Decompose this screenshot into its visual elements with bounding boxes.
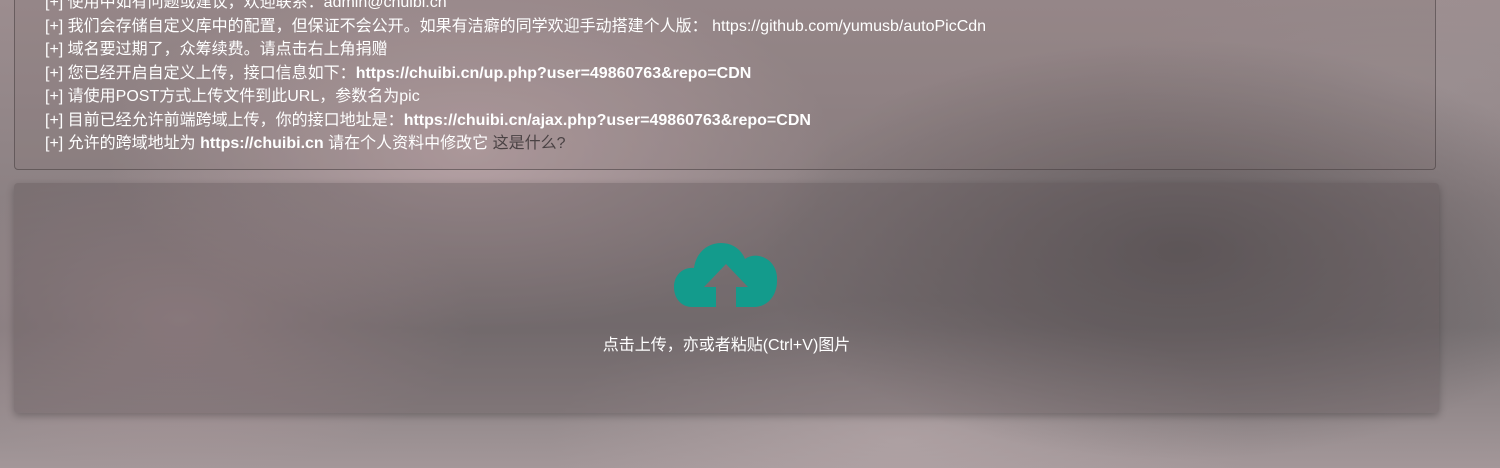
allowed-domain-value: https://chuibi.cn: [200, 135, 324, 152]
info-line-post-method-text: [+] 请使用POST方式上传文件到此URL，参数名为pic: [45, 88, 420, 105]
allowed-domain-suffix: 请在个人资料中修改它: [328, 135, 489, 152]
info-line-allowed-domain: [+] 允许的跨域地址为 https://chuibi.cn 请在个人资料中修改…: [45, 132, 986, 156]
info-line-custom-upload-text: [+] 您已经开启自定义上传，接口信息如下：: [45, 64, 356, 82]
info-line-contact-text: [+] 使用中如有问题或建议，欢迎联系：admin@chuibi.cn: [45, 0, 447, 11]
info-line-donate-text: [+] 域名要过期了，众筹续费。请点击右上角捐赠: [45, 41, 388, 58]
cloud-upload-shape: [674, 243, 778, 307]
info-panel: [+] 使用中如有问题或建议，欢迎联系：admin@chuibi.cn [+] …: [14, 0, 1436, 170]
info-line-post-method: [+] 请使用POST方式上传文件到此URL，参数名为pic: [45, 85, 986, 109]
info-line-privacy: [+] 我们会存储自定义库中的配置，但保证不会公开。如果有洁癖的同学欢迎手动搭建…: [45, 15, 986, 39]
upload-hint: 点击上传，亦或者粘贴(Ctrl+V)图片: [602, 337, 851, 354]
what-is-this-link[interactable]: 这是什么?: [493, 135, 566, 152]
info-line-donate: [+] 域名要过期了，众筹续费。请点击右上角捐赠: [45, 38, 986, 62]
upload-api-url: https://chuibi.cn/up.php?user=49860763&r…: [355, 64, 752, 82]
ajax-api-url: https://chuibi.cn/ajax.php?user=49860763…: [403, 111, 811, 129]
info-list: [+] 使用中如有问题或建议，欢迎联系：admin@chuibi.cn [+] …: [45, 0, 986, 156]
upload-dropzone[interactable]: 点击上传，亦或者粘贴(Ctrl+V)图片: [14, 183, 1439, 413]
allowed-domain-prefix: [+] 允许的跨域地址为: [45, 135, 196, 152]
info-line-custom-upload: [+] 您已经开启自定义上传，接口信息如下：https://chuibi.cn/…: [45, 62, 986, 86]
info-line-privacy-text: [+] 我们会存储自定义库中的配置，但保证不会公开。如果有洁癖的同学欢迎手动搭建…: [45, 17, 708, 35]
info-line-contact: [+] 使用中如有问题或建议，欢迎联系：admin@chuibi.cn: [45, 0, 986, 15]
info-line-cors: [+] 目前已经允许前端跨域上传，你的接口地址是：https://chuibi.…: [45, 109, 986, 133]
cloud-upload-icon: [674, 237, 778, 309]
info-line-cors-text: [+] 目前已经允许前端跨域上传，你的接口地址是：: [45, 111, 404, 129]
github-repo-link[interactable]: https://github.com/yumusb/autoPicCdn: [712, 18, 986, 35]
